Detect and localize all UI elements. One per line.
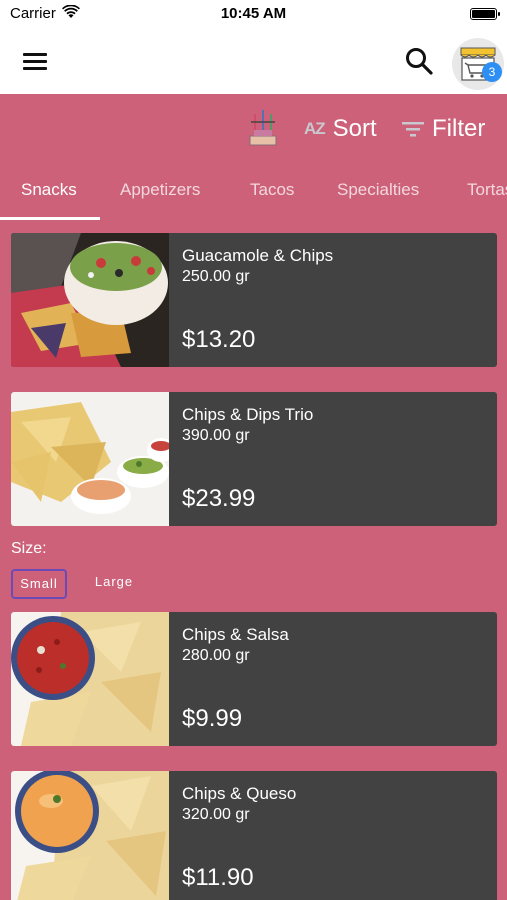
product-price: $11.90: [182, 864, 254, 891]
product-name: Chips & Dips Trio: [182, 405, 314, 424]
size-option-large[interactable]: Large: [86, 569, 142, 599]
status-time: 10:45 AM: [220, 5, 287, 22]
filter-label: Filter: [432, 115, 486, 142]
product-price: $13.20: [182, 326, 256, 353]
product-weight: 250.00 gr: [182, 268, 250, 285]
product-image: [11, 233, 169, 367]
sort-button[interactable]: AZ Sort: [304, 114, 377, 144]
candle-logo-icon[interactable]: [246, 106, 280, 148]
product-name: Chips & Queso: [182, 784, 297, 803]
product-weight: 320.00 gr: [182, 806, 250, 823]
sort-az-icon: AZ: [304, 119, 326, 138]
tab-snacks[interactable]: Snacks: [21, 180, 77, 200]
cart-count-badge: 3: [482, 62, 502, 82]
size-label: Size:: [11, 540, 47, 557]
product-image: [11, 771, 169, 900]
filter-button[interactable]: Filter: [402, 114, 485, 144]
product-image: [11, 612, 169, 746]
tab-tortas[interactable]: Tortas: [467, 180, 507, 200]
product-name: Guacamole & Chips: [182, 246, 334, 265]
tab-specialties[interactable]: Specialties: [337, 180, 419, 200]
size-option-small[interactable]: Small: [11, 569, 67, 599]
search-icon[interactable]: [403, 45, 435, 77]
battery-icon: [470, 8, 500, 20]
product-card[interactable]: Guacamole & Chips 250.00 gr $13.20: [11, 233, 497, 367]
product-image: [11, 392, 169, 526]
product-card[interactable]: Chips & Salsa 280.00 gr $9.99: [11, 612, 497, 746]
category-tabs: Snacks Appetizers Tacos Specialties Tort…: [0, 164, 507, 220]
active-tab-indicator: [0, 217, 100, 220]
tab-appetizers[interactable]: Appetizers: [120, 180, 200, 200]
product-name: Chips & Salsa: [182, 625, 289, 644]
product-weight: 280.00 gr: [182, 647, 250, 664]
sort-label: Sort: [332, 115, 377, 142]
app-bar: 3: [0, 30, 507, 94]
product-price: $23.99: [182, 485, 256, 512]
product-price: $9.99: [182, 705, 243, 732]
product-card[interactable]: Chips & Dips Trio 390.00 gr $23.99: [11, 392, 497, 526]
status-bar: Carrier 10:45 AM: [0, 0, 507, 30]
product-weight: 390.00 gr: [182, 427, 250, 444]
filter-toolbar: AZ Sort Filter: [0, 94, 507, 164]
tab-tacos[interactable]: Tacos: [250, 180, 294, 200]
hamburger-menu-icon[interactable]: [23, 51, 47, 71]
filter-icon: [402, 122, 424, 137]
product-card[interactable]: Chips & Queso 320.00 gr $11.90: [11, 771, 497, 900]
